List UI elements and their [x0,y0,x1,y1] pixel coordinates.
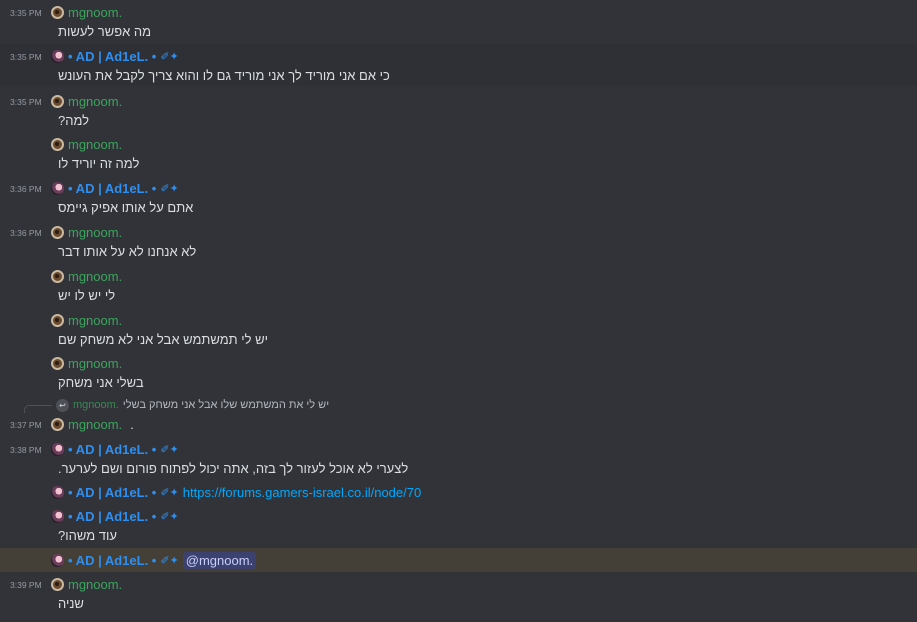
username[interactable]: mgnoom. [68,94,122,109]
message[interactable]: mgnoom. לי יש לו יש [0,268,917,306]
username[interactable]: mgnoom. [68,137,122,152]
reply-preview[interactable]: ↩ mgnoom. יש לי את המשתמש שלו אבל אני מש… [24,398,329,413]
role-badge-icon: ✐✦ [160,486,179,499]
message-text: יש לי תמשתמש אבל אני לא משחק שם [58,332,269,347]
message[interactable]: mgnoom. למה זה יוריד לו [0,136,917,174]
avatar[interactable] [51,181,64,195]
message[interactable]: 3:38 PM • AD | Ad1eL. • ✐✦ לצערי לא אוכל… [0,440,917,480]
avatar[interactable] [51,94,64,108]
timestamp: 3:36 PM [10,228,42,238]
username[interactable]: • AD | Ad1eL. • [68,553,156,568]
user-mention[interactable]: @mgnoom. [182,551,257,569]
forum-link[interactable]: https://forums.gamers-israel.co.il/node/… [183,485,421,500]
avatar[interactable] [51,313,64,327]
avatar[interactable] [51,269,64,283]
role-badge-icon: ✐✦ [160,510,179,523]
message[interactable]: 3:36 PM mgnoom. לא אנחנו לא על אותו דבר [0,224,917,262]
avatar[interactable] [51,5,64,19]
message-text: עוד משהו? [58,528,117,543]
message-text: . [130,416,134,432]
avatar[interactable] [51,442,64,456]
avatar[interactable] [51,417,64,431]
reply-connector [24,404,52,413]
timestamp: 3:35 PM [10,97,42,107]
message-text: כי אם אני מוריד לך אני מוריד גם לו והוא … [58,68,390,83]
role-badge-icon: ✐✦ [160,443,179,456]
username[interactable]: • AD | Ad1eL. • [68,49,156,64]
role-badge-icon: ✐✦ [160,50,179,63]
username[interactable]: mgnoom. [68,356,122,371]
reply-text[interactable]: יש לי את המשתמש שלו אבל אני משחק בשלי [123,399,329,411]
avatar[interactable] [51,137,64,151]
reply-arrow-icon: ↩ [56,398,69,412]
message[interactable]: mgnoom. בשלי אני משחק [0,355,917,393]
avatar[interactable] [51,49,64,63]
role-badge-icon: ✐✦ [160,554,179,567]
username[interactable]: • AD | Ad1eL. • [68,181,156,196]
timestamp: 3:39 PM [10,580,42,590]
username[interactable]: mgnoom. [68,313,122,328]
message[interactable]: 3:35 PM mgnoom. למה? [0,93,917,131]
timestamp: 3:38 PM [10,445,42,455]
avatar[interactable] [51,509,64,523]
avatar[interactable] [51,225,64,239]
reply-message[interactable]: ↩ mgnoom. יש לי את המשתמש שלו אבל אני מש… [0,398,917,434]
username[interactable]: mgnoom. [68,5,122,20]
avatar[interactable] [51,577,64,591]
timestamp: 3:37 PM [10,420,42,430]
message-text: שניה [58,596,84,611]
message[interactable]: • AD | Ad1eL. • ✐✦ עוד משהו? [0,508,917,546]
message[interactable]: 3:39 PM mgnoom. שניה [0,576,917,616]
message-text: למה? [58,113,90,128]
username[interactable]: mgnoom. [68,269,122,284]
message-text: אתם על אותו אפיק גיימס [58,200,194,215]
username[interactable]: • AD | Ad1eL. • [68,442,156,457]
message-text: מה אפשר לעשות [58,24,152,39]
message[interactable]: mgnoom. יש לי תמשתמש אבל אני לא משחק שם [0,312,917,350]
message-text: למה זה יוריד לו [58,156,140,171]
username[interactable]: mgnoom. [68,417,122,432]
username[interactable]: mgnoom. [68,577,122,592]
role-badge-icon: ✐✦ [160,182,179,195]
message-text: לצערי לא אוכל לעזור לך בזה, אתה יכול לפת… [58,461,409,476]
username[interactable]: • AD | Ad1eL. • [68,485,156,500]
username[interactable]: • AD | Ad1eL. • [68,509,156,524]
message-text: בשלי אני משחק [58,375,144,390]
timestamp: 3:35 PM [10,52,42,62]
mention-message[interactable]: • AD | Ad1eL. • ✐✦ @mgnoom. [0,548,917,572]
username[interactable]: mgnoom. [68,225,122,240]
chat-message-list: 3:35 PM mgnoom. מה אפשר לעשות 3:35 PM • … [0,0,917,622]
message[interactable]: • AD | Ad1eL. • ✐✦ https://forums.gamers… [0,484,917,504]
avatar[interactable] [51,485,64,499]
message-text: לי יש לו יש [58,288,116,303]
message[interactable]: 3:35 PM • AD | Ad1eL. • ✐✦ כי אם אני מור… [0,44,917,86]
timestamp: 3:35 PM [10,8,42,18]
message-text: לא אנחנו לא על אותו דבר [58,244,197,259]
timestamp: 3:36 PM [10,184,42,194]
avatar[interactable] [51,356,64,370]
reply-username[interactable]: mgnoom. [73,399,119,411]
message[interactable]: 3:36 PM • AD | Ad1eL. • ✐✦ אתם על אותו א… [0,180,917,218]
avatar[interactable] [51,553,64,567]
message[interactable]: 3:35 PM mgnoom. מה אפשר לעשות [0,4,917,42]
